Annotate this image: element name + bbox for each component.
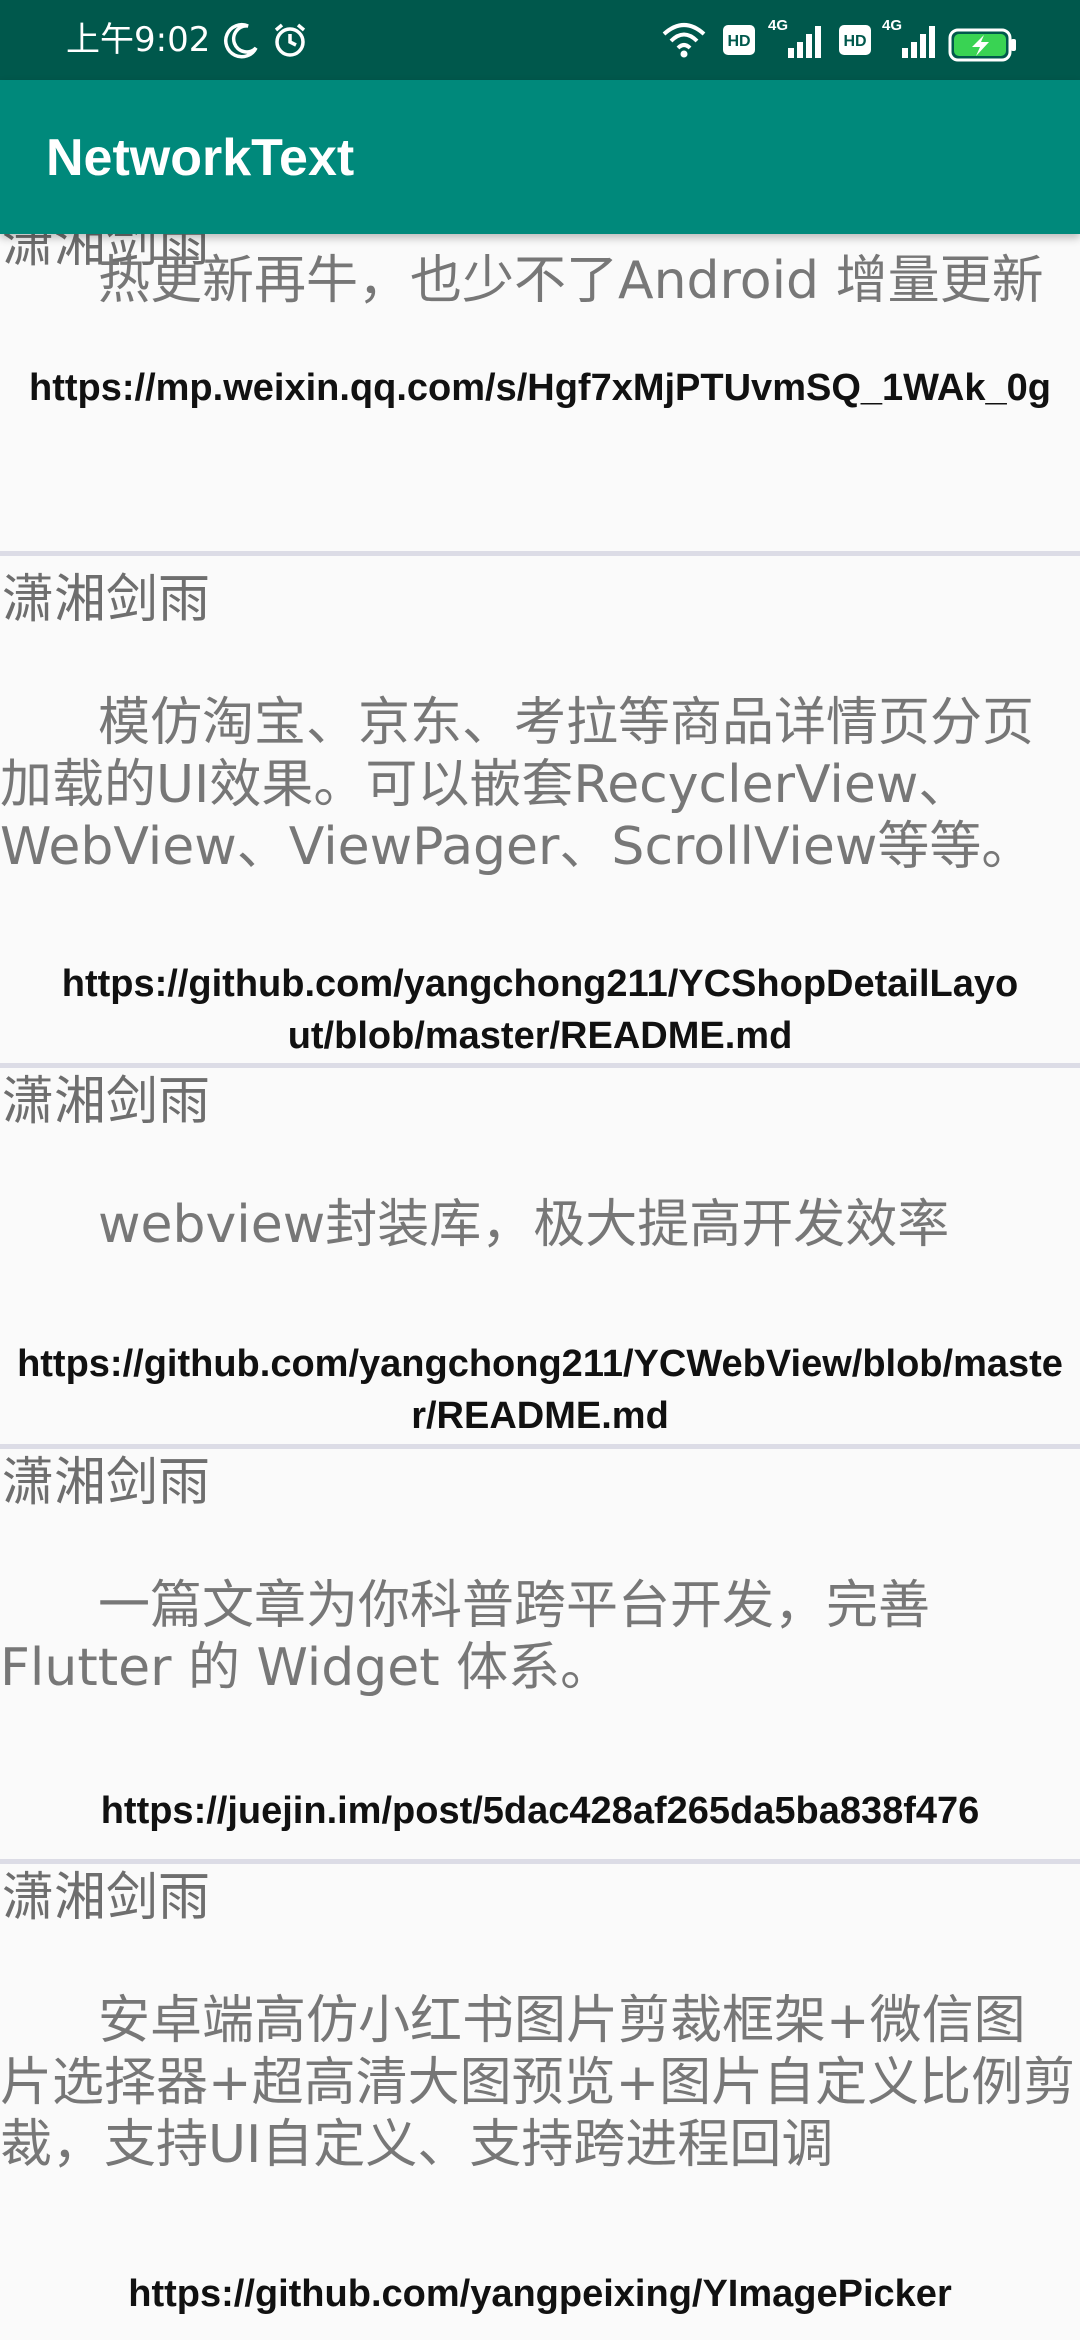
- item-description: webview封装库，极大提高开发效率: [98, 1195, 950, 1255]
- network-label: 4G: [768, 17, 788, 34]
- item-link[interactable]: https://github.com/yangchong211/YCShopDe…: [0, 958, 1080, 1062]
- item-description: 模仿淘宝、京东、考拉等商品详情页分页加载的UI效果。可以嵌套RecyclerVi…: [0, 693, 1035, 877]
- hd-label: HD: [727, 33, 750, 50]
- article-list[interactable]: 潇湘剑雨 热更新再牛，也少不了Android 增量更新 https://mp.w…: [0, 234, 1080, 2340]
- item-author: 潇湘剑雨: [2, 1072, 211, 1132]
- item-link[interactable]: https://juejin.im/post/5dac428af265da5ba…: [0, 1785, 1080, 1837]
- item-description: 安卓端高仿小红书图片剪裁框架+微信图片选择器+超高清大图预览+图片自定义比例剪裁…: [0, 1991, 1076, 2175]
- item-link[interactable]: https://github.com/yangchong211/YCWebVie…: [0, 1338, 1080, 1442]
- app-bar: NetworkText: [0, 80, 1080, 234]
- hd-label: HD: [843, 33, 866, 50]
- item-link[interactable]: https://github.com/yangpeixing/YImagePic…: [0, 2268, 1080, 2320]
- moon-icon: [222, 20, 262, 64]
- hd-icon: HD: [722, 24, 756, 60]
- item-author: 潇湘剑雨: [2, 1868, 211, 1928]
- item-description: 热更新再牛，也少不了Android 增量更新: [98, 251, 1044, 311]
- hd-icon: HD: [838, 24, 872, 60]
- alarm-icon: [270, 20, 310, 64]
- wifi-icon: [660, 20, 708, 64]
- signal-4g-icon: 4G: [880, 14, 942, 66]
- network-label: 4G: [882, 17, 902, 34]
- item-link[interactable]: https://mp.weixin.qq.com/s/Hgf7xMjPTUvmS…: [0, 362, 1080, 414]
- signal-4g-icon: 4G: [766, 14, 828, 66]
- app-title: NetworkText: [46, 129, 355, 187]
- battery-charging-icon: [948, 28, 1018, 66]
- item-author: 潇湘剑雨: [2, 1453, 211, 1513]
- list-item[interactable]: 潇湘剑雨 一篇文章为你科普跨平台开发，完善Flutter 的 Widget 体系…: [0, 1449, 1080, 1864]
- list-item[interactable]: 潇湘剑雨 webview封装库，极大提高开发效率 https://github.…: [0, 1068, 1080, 1449]
- list-item[interactable]: 潇湘剑雨 热更新再牛，也少不了Android 增量更新 https://mp.w…: [0, 234, 1080, 556]
- item-author: 潇湘剑雨: [2, 570, 211, 630]
- list-item[interactable]: 潇湘剑雨 安卓端高仿小红书图片剪裁框架+微信图片选择器+超高清大图预览+图片自定…: [0, 1864, 1080, 2340]
- item-description: 一篇文章为你科普跨平台开发，完善Flutter 的 Widget 体系。: [0, 1576, 931, 1698]
- list-item[interactable]: 潇湘剑雨 模仿淘宝、京东、考拉等商品详情页分页加载的UI效果。可以嵌套Recyc…: [0, 556, 1080, 1068]
- status-time: 上午9:02: [66, 20, 211, 60]
- status-bar: 上午9:02 HD 4G HD 4G: [0, 0, 1080, 80]
